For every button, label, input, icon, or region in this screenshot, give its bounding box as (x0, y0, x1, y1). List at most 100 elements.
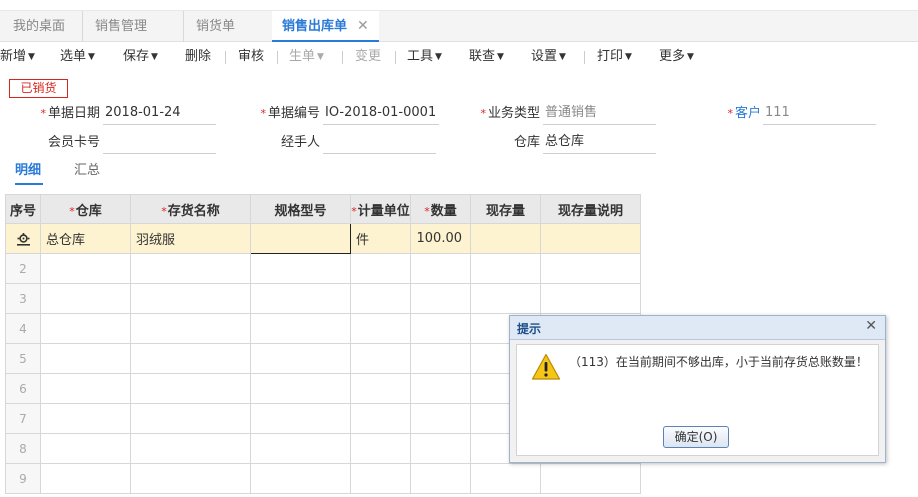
change-button[interactable]: 变更 (355, 47, 381, 67)
table-row[interactable]: 总仓库 羽绒服 件 100.00 (5, 223, 641, 254)
grid-cell[interactable] (470, 463, 541, 494)
tab-detail[interactable]: 明细 (15, 161, 43, 185)
doc-date-field[interactable]: 2018-01-24 (103, 103, 216, 125)
more-button[interactable]: 更多 ▼ (659, 47, 694, 67)
grid-cell[interactable] (130, 343, 251, 374)
cell-item-name[interactable]: 羽绒服 (130, 223, 251, 254)
linked-query-button[interactable]: 联查 ▼ (469, 47, 504, 67)
grid-cell[interactable] (250, 283, 351, 314)
grid-cell[interactable] (40, 283, 131, 314)
tab-sales-outbound[interactable]: 销售出库单 ✕ (272, 11, 379, 42)
customer-field[interactable]: 111 (763, 103, 876, 125)
grid-cell[interactable] (250, 403, 351, 434)
grid-cell[interactable] (470, 253, 541, 284)
table-row[interactable]: 9 (5, 463, 641, 494)
tab-summary[interactable]: 汇总 (74, 161, 100, 185)
cell-qty[interactable]: 100.00 (410, 223, 471, 254)
grid-cell[interactable] (250, 463, 351, 494)
grid-cell[interactable] (410, 463, 471, 494)
grid-cell[interactable] (40, 343, 131, 374)
grid-cell[interactable] (410, 433, 471, 464)
grid-cell[interactable] (410, 343, 471, 374)
row-menu-cell[interactable] (5, 223, 41, 254)
grid-cell[interactable] (130, 313, 251, 344)
grid-cell[interactable] (130, 253, 251, 284)
tab-my-desktop[interactable]: 我的桌面 (13, 11, 65, 42)
grid-cell[interactable] (350, 313, 411, 344)
grid-cell[interactable] (40, 433, 131, 464)
new-button[interactable]: 新增 ▼ (0, 47, 35, 67)
required-asterisk: * (40, 107, 46, 120)
generate-button[interactable]: 生单 ▼ (289, 47, 324, 67)
cell-stock-note[interactable] (540, 223, 641, 254)
grid-cell[interactable] (410, 403, 471, 434)
column-header-warehouse[interactable]: *仓库 (40, 194, 131, 224)
grid-cell[interactable] (350, 283, 411, 314)
grid-cell[interactable] (250, 253, 351, 284)
column-header-seq[interactable]: 序号 (5, 194, 41, 224)
required-asterisk: * (69, 204, 75, 218)
dialog-header[interactable]: 提示 ✕ (510, 316, 885, 340)
tab-sales-order[interactable]: 销货单 (183, 11, 235, 42)
table-row[interactable]: 2 (5, 253, 641, 284)
grid-cell[interactable] (40, 253, 131, 284)
grid-cell[interactable] (410, 283, 471, 314)
close-icon[interactable]: ✕ (865, 318, 877, 334)
grid-cell[interactable] (410, 313, 471, 344)
grid-cell[interactable] (410, 253, 471, 284)
table-row[interactable]: 3 (5, 283, 641, 314)
grid-cell[interactable] (250, 343, 351, 374)
grid-cell[interactable] (350, 343, 411, 374)
grid-cell[interactable] (350, 463, 411, 494)
customer-label[interactable]: * 客户 (712, 104, 761, 124)
grid-cell[interactable] (40, 403, 131, 434)
tools-button[interactable]: 工具 ▼ (407, 47, 442, 67)
audit-button[interactable]: 审核 (238, 47, 264, 67)
grid-cell[interactable] (40, 313, 131, 344)
save-button[interactable]: 保存 ▼ (123, 47, 158, 67)
grid-cell[interactable] (350, 403, 411, 434)
grid-cell[interactable] (130, 463, 251, 494)
grid-cell[interactable] (250, 373, 351, 404)
warehouse-field[interactable]: 总仓库 (543, 132, 656, 154)
cell-warehouse[interactable]: 总仓库 (40, 223, 131, 254)
grid-cell[interactable] (470, 283, 541, 314)
grid-cell[interactable] (130, 433, 251, 464)
settings-button[interactable]: 设置 ▼ (531, 47, 566, 67)
grid-cell[interactable] (130, 373, 251, 404)
grid-cell[interactable] (250, 433, 351, 464)
column-header-stock-note[interactable]: 现存量说明 (540, 194, 641, 224)
grid-cell[interactable] (130, 403, 251, 434)
column-header-qty[interactable]: *数量 (410, 194, 471, 224)
biz-type-field[interactable]: 普通销售 (543, 103, 656, 125)
grid-cell[interactable] (540, 283, 641, 314)
select-button[interactable]: 选单 ▼ (60, 47, 95, 67)
grid-cell[interactable] (540, 253, 641, 284)
close-icon[interactable]: ✕ (357, 11, 369, 42)
grid-cell[interactable] (250, 313, 351, 344)
grid-cell[interactable] (410, 373, 471, 404)
grid-cell[interactable] (350, 433, 411, 464)
tab-sales-management[interactable]: 销售管理 (82, 11, 147, 42)
grid-cell[interactable] (40, 373, 131, 404)
handler-field[interactable] (323, 132, 436, 154)
delete-button[interactable]: 删除 (185, 47, 211, 67)
grid-cell[interactable] (350, 373, 411, 404)
grid-cell[interactable] (540, 463, 641, 494)
grid-cell[interactable] (130, 283, 251, 314)
print-button[interactable]: 打印 ▼ (597, 47, 632, 67)
ok-button[interactable]: 确定(O) (663, 426, 729, 448)
required-asterisk: * (351, 204, 357, 218)
grid-cell[interactable] (350, 253, 411, 284)
member-card-field[interactable] (103, 132, 216, 154)
column-header-item-name[interactable]: *存货名称 (130, 194, 251, 224)
column-header-spec[interactable]: 规格型号 (250, 194, 351, 224)
cell-spec[interactable] (250, 223, 351, 254)
cell-stock[interactable] (470, 223, 541, 254)
grid-cell[interactable] (40, 463, 131, 494)
doc-no-field[interactable]: IO-2018-01-0001 (323, 103, 439, 125)
column-header-stock[interactable]: 现存量 (470, 194, 541, 224)
cell-unit[interactable]: 件 (350, 223, 411, 254)
settings-icon[interactable] (16, 232, 31, 246)
column-header-unit[interactable]: *计量单位 (350, 194, 411, 224)
